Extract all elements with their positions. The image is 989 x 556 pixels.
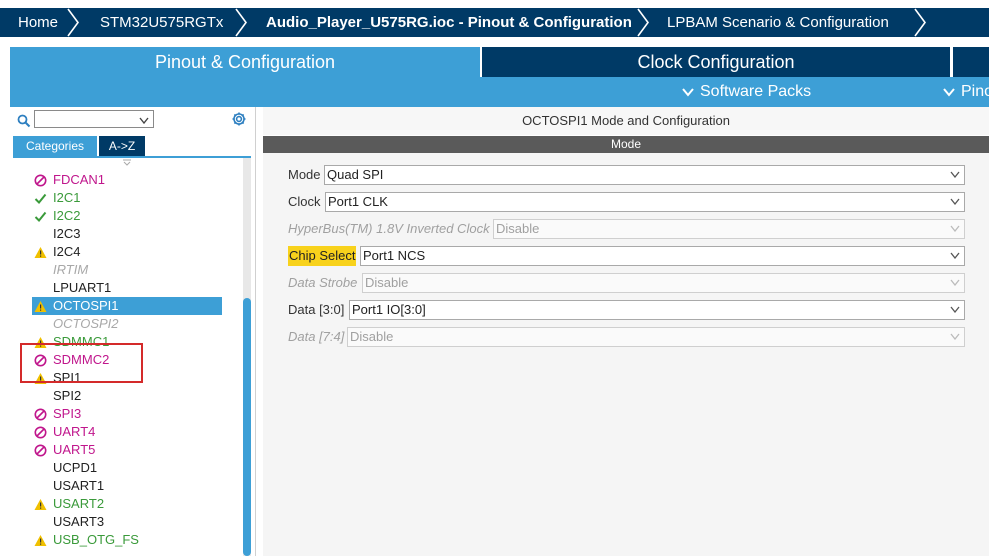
tab-pinout-configuration[interactable]: Pinout & Configuration [10,47,480,77]
chevron-right-icon [914,8,926,37]
list-item-octospi1[interactable]: OCTOSPI1 [32,297,222,315]
list-item-label: IRTIM [53,262,89,277]
breadcrumb-scenario[interactable]: LPBAM Scenario & Configuration [667,8,889,37]
list-item-label: UCPD1 [53,460,98,475]
chevron-down-icon [950,198,960,205]
chevron-down-icon [950,279,960,286]
data-strobe-select[interactable]: Disable [362,273,965,293]
chip-select-select[interactable]: Port1 NCS [360,246,965,266]
select-value: Quad SPI [327,167,384,182]
field-label: Chip Select [288,246,357,266]
list-item-label: USART3 [53,514,105,529]
chevron-down-icon [943,88,955,97]
clock-select[interactable]: Port1 CLK [325,192,965,212]
mode-select[interactable]: Quad SPI [324,165,965,185]
field-label: Data Strobe [288,275,358,290]
software-packs-button[interactable]: Software Packs [682,77,811,107]
scrollbar-thumb[interactable] [243,298,251,556]
breadcrumb: Home STM32U575RGTx Audio_Player_U575RG.i… [0,8,989,37]
hyperbus-clock-select[interactable]: Disable [493,219,965,239]
chevron-down-icon [950,306,960,313]
chevron-right-icon [637,8,649,37]
list-item-label: I2C1 [53,190,81,205]
list-item-label: USART2 [53,496,105,511]
mode-section-body: Mode Quad SPI Clock Port1 CLK HyperBus(T… [263,153,989,556]
select-value: Port1 CLK [328,194,388,209]
list-item-label: USB_OTG_FS [53,532,139,547]
list-item-label: OCTOSPI1 [53,298,119,313]
warning-icon [34,247,47,258]
annotation-highlight-box [20,343,143,383]
data-3-0-select[interactable]: Port1 IO[3:0] [349,300,965,320]
peripheral-list: FDCAN1 I2C1 I2C2 I2C3 I2C4 IRTIM LPUART1… [10,158,242,556]
data-7-4-select[interactable]: Disable [347,327,965,347]
list-item-label: I2C3 [53,226,81,241]
gear-icon[interactable] [231,111,247,127]
disabled-icon [34,426,47,439]
select-value: Port1 IO[3:0] [352,302,426,317]
mode-section-header[interactable]: Mode [263,136,989,153]
search-icon[interactable] [17,114,31,128]
chevron-down-icon [682,88,694,97]
chevron-down-icon [950,252,960,259]
tab-a-to-z[interactable]: A->Z [99,136,145,156]
field-label: HyperBus(TM) 1.8V Inverted Clock [288,221,490,236]
field-label: Data [7:4] [288,329,345,344]
field-label: Clock [288,194,321,209]
disabled-icon [34,444,47,457]
disabled-icon [34,408,47,421]
select-value: Port1 NCS [363,248,426,263]
list-item-label: SPI3 [53,406,82,421]
chevron-down-icon [950,225,960,232]
vertical-scrollbar[interactable] [243,158,251,556]
list-item-label: OCTOSPI2 [53,316,119,331]
list-item-label: I2C4 [53,244,81,259]
sort-marker-icon [123,159,131,166]
breadcrumb-device[interactable]: STM32U575RGTx [100,8,223,37]
pinout-menu-label: Pino [961,83,989,100]
mode-configuration-panel: OCTOSPI1 Mode and Configuration Mode Mod… [263,107,989,556]
disabled-icon [34,174,47,187]
select-value: Disable [496,221,540,236]
main-tabbar: Pinout & Configuration Clock Configurati… [0,37,989,77]
peripheral-tree-panel: Categories A->Z FDCAN1 I2C1 I2C2 I2C3 I2… [10,107,256,556]
chevron-down-icon [950,171,960,178]
toolbar: Software Packs Pino [10,77,989,107]
field-label: Mode [288,167,321,182]
top-strip [0,0,989,8]
list-item-label: I2C2 [53,208,81,223]
list-item-label: SPI2 [53,388,82,403]
chevron-down-icon [950,333,960,340]
software-packs-label: Software Packs [700,83,812,100]
panel-title: OCTOSPI1 Mode and Configuration [263,107,989,135]
search-input[interactable] [34,110,154,128]
field-label: Data [3:0] [288,302,345,317]
list-item-label: UART5 [53,442,96,457]
chevron-down-icon[interactable] [139,117,149,124]
chevron-right-icon [67,8,79,37]
warning-icon [34,301,47,312]
select-value: Disable [350,329,394,344]
tab-overflow[interactable] [953,47,989,77]
checkmark-icon [34,211,47,222]
pinout-menu-button[interactable]: Pino [943,77,989,107]
list-item-label: UART4 [53,424,96,439]
warning-icon [34,499,47,510]
chevron-right-icon [235,8,247,37]
list-item-label: FDCAN1 [53,172,106,187]
tab-clock-configuration[interactable]: Clock Configuration [482,47,950,77]
breadcrumb-home[interactable]: Home [18,8,58,37]
checkmark-icon [34,193,47,204]
list-item-label: LPUART1 [53,280,112,295]
tab-categories[interactable]: Categories [13,136,97,156]
breadcrumb-project[interactable]: Audio_Player_U575RG.ioc - Pinout & Confi… [266,8,632,37]
warning-icon [34,535,47,546]
list-item-label: USART1 [53,478,105,493]
select-value: Disable [365,275,409,290]
